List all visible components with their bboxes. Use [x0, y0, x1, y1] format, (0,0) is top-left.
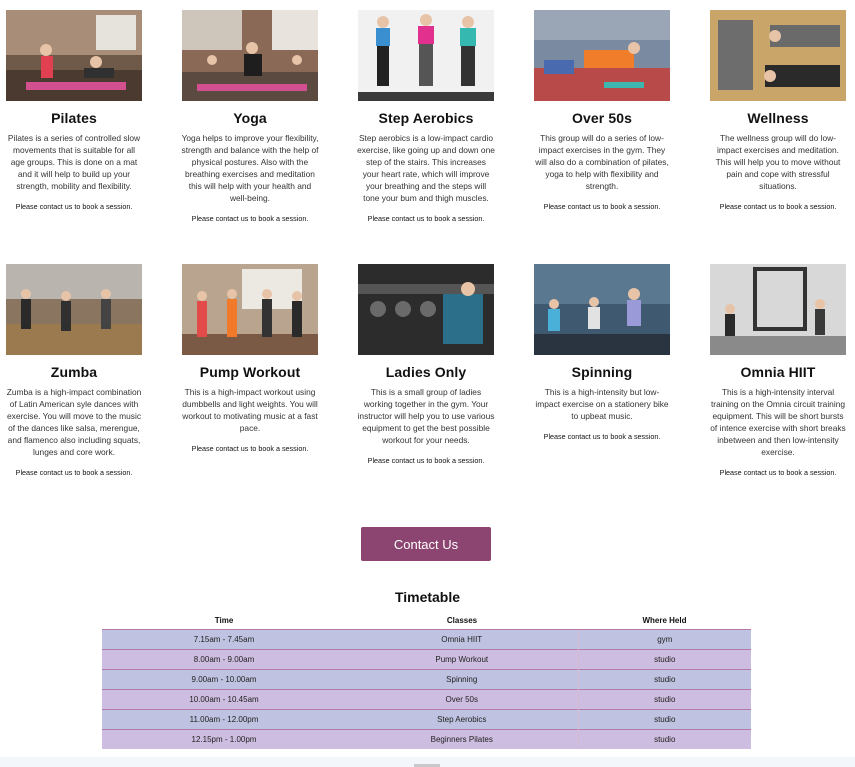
class-cell: Spinning [346, 668, 578, 689]
class-description: Zumba is a high-impact combination of La… [6, 387, 142, 457]
class-card-wellness: Wellness The wellness group will do low-… [703, 10, 853, 212]
time-cell: 10.00am - 10.45am [102, 688, 346, 709]
time-cell: 12.15pm - 1.00pm [102, 728, 346, 749]
time-cell: 8.00am - 9.00am [102, 648, 346, 669]
timetable-title: Timetable [394, 589, 461, 605]
class-title: Spinning [571, 364, 633, 380]
class-description: This group will do a series of low-impac… [535, 133, 669, 191]
class-description: Step aerobics is a low-impact cardio exe… [357, 133, 495, 203]
location-cell: studio [577, 648, 751, 669]
class-title: Pilates [51, 110, 97, 126]
class-description: This is a high-intensity interval traini… [710, 387, 846, 457]
class-contact-note: Please contact us to book a session. [15, 202, 133, 211]
classes-row-1: Pilates Pilates is a series of controlle… [0, 10, 855, 260]
column-header-classes: Classes [446, 615, 478, 625]
class-cell: Pump Workout [346, 648, 578, 669]
class-description: The wellness group will do low-impact ex… [715, 133, 841, 191]
class-contact-note: Please contact us to book a session. [191, 444, 309, 453]
location-cell: studio [577, 668, 751, 689]
class-cell: Omnia HIIT [346, 628, 578, 649]
class-description: Pilates is a series of controlled slow m… [7, 133, 141, 191]
class-card-omnia-hiit: Omnia HIIT This is a high-intensity inte… [703, 264, 853, 478]
class-title: Pump Workout [199, 364, 301, 380]
over-50s-photo [534, 10, 670, 101]
class-cell: Beginners Pilates [346, 728, 578, 749]
class-title: Zumba [50, 364, 98, 380]
class-contact-note: Please contact us to book a session. [367, 214, 485, 223]
step-aerobics-photo [358, 10, 494, 101]
class-card-pilates: Pilates Pilates is a series of controlle… [0, 10, 149, 212]
class-description: Yoga helps to improve your flexibility, … [181, 133, 319, 203]
class-description: This is a small group of ladies working … [357, 387, 495, 445]
timetable-header-row: Time Classes Where Held [102, 612, 751, 629]
zumba-photo [6, 264, 142, 355]
pilates-photo [6, 10, 142, 101]
column-header-where-held: Where Held [642, 615, 687, 625]
location-cell: studio [577, 708, 751, 729]
class-card-ladies-only: Ladies Only This is a small group of lad… [351, 264, 501, 466]
location-cell: studio [577, 728, 751, 749]
class-card-zumba: Zumba Zumba is a high-impact combination… [0, 264, 149, 478]
time-cell: 11.00am - 12.00pm [102, 708, 346, 729]
class-title: Ladies Only [385, 364, 467, 380]
class-contact-note: Please contact us to book a session. [191, 214, 309, 223]
class-title: Over 50s [572, 110, 632, 126]
class-description: This is a high-intensity but low-impact … [535, 387, 669, 421]
class-contact-note: Please contact us to book a session. [543, 432, 661, 441]
table-row: 9.00am - 10.00am Spinning studio [102, 668, 751, 689]
class-title: Yoga [233, 110, 267, 126]
contact-us-button[interactable]: Contact Us [361, 527, 491, 561]
classes-row-2: Zumba Zumba is a high-impact combination… [0, 264, 855, 514]
table-row: 10.00am - 10.45am Over 50s studio [102, 688, 751, 709]
class-card-pump-workout: Pump Workout This is a high-impact worko… [175, 264, 325, 454]
location-cell: studio [577, 688, 751, 709]
ladies-only-photo [358, 264, 494, 355]
timetable-table: Time Classes Where Held 7.15am - 7.45am … [102, 612, 751, 749]
class-description: This is a high-impact workout using dumb… [182, 387, 318, 433]
table-row: 11.00am - 12.00pm Step Aerobics studio [102, 708, 751, 729]
class-cell: Step Aerobics [346, 708, 578, 729]
omnia-hiit-photo [710, 264, 846, 355]
class-contact-note: Please contact us to book a session. [543, 202, 661, 211]
class-cell: Over 50s [346, 688, 578, 709]
table-row: 7.15am - 7.45am Omnia HIIT gym [102, 628, 751, 649]
spinning-photo [534, 264, 670, 355]
class-contact-note: Please contact us to book a session. [367, 456, 485, 465]
table-row: 12.15pm - 1.00pm Beginners Pilates studi… [102, 728, 751, 749]
class-card-yoga: Yoga Yoga helps to improve your flexibil… [175, 10, 325, 224]
wellness-photo [710, 10, 846, 101]
class-contact-note: Please contact us to book a session. [719, 468, 837, 477]
class-title: Step Aerobics [378, 110, 474, 126]
class-contact-note: Please contact us to book a session. [15, 468, 133, 477]
class-card-over-50s: Over 50s This group will do a series of … [527, 10, 677, 212]
yoga-photo [182, 10, 318, 101]
location-cell: gym [577, 628, 751, 649]
class-card-step-aerobics: Step Aerobics Step aerobics is a low-imp… [351, 10, 501, 224]
class-title: Wellness [747, 110, 809, 126]
class-card-spinning: Spinning This is a high-intensity but lo… [527, 264, 677, 442]
pump-workout-photo [182, 264, 318, 355]
time-cell: 7.15am - 7.45am [102, 628, 346, 649]
class-title: Omnia HIIT [740, 364, 816, 380]
column-header-time: Time [214, 615, 234, 625]
class-contact-note: Please contact us to book a session. [719, 202, 837, 211]
time-cell: 9.00am - 10.00am [102, 668, 346, 689]
table-row: 8.00am - 9.00am Pump Workout studio [102, 648, 751, 669]
